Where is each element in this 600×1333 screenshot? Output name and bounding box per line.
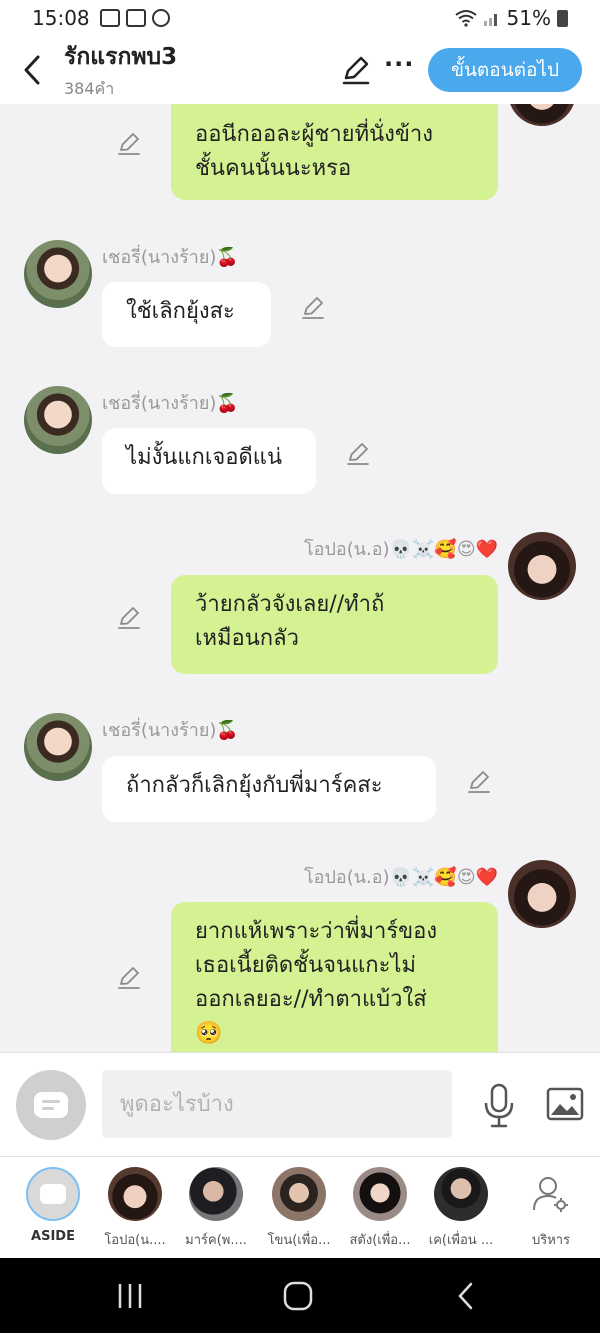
avatar [353,1167,407,1221]
chat-area[interactable]: ออนีกออละผู้ชายที่นั่งข้าง ชั้นคนนั้นนะห… [0,104,600,1052]
status-time: 15:08 [32,6,90,30]
chat-bubble-icon [40,1184,66,1204]
edit-title-icon[interactable] [340,54,372,86]
battery-icon [557,9,568,27]
message-text: ไม่งั้นแกเจอดีแน่ [126,445,282,470]
edit-message-icon[interactable] [116,130,142,156]
chat-bubble-icon [34,1092,68,1118]
avatar-sherry[interactable] [24,240,92,308]
message-line: ออกเลยอะ//ทำตาแบ้วใส่ [195,987,427,1012]
sender-name: โอปอ(น.อ)💀☠️🥰😍❤️ [303,867,498,888]
image-icon [99,9,120,27]
title-block: รักแรกพบ3 384คำ [64,39,177,102]
back-button[interactable] [0,36,64,104]
character-satang[interactable]: สตัง(เพื่อ... [335,1167,425,1250]
more-options-button[interactable]: ··· [384,50,414,78]
message-line: ออนีกออละผู้ชายที่นั่งข้าง [195,122,433,147]
edit-message-icon[interactable] [116,604,142,630]
edit-message-icon[interactable] [116,964,142,990]
recent-apps-icon[interactable] [110,1276,150,1316]
narration-toggle-button[interactable] [16,1070,86,1140]
message-line: เหมือนกลัว [195,626,299,651]
camera-icon [125,9,146,27]
message-line: ชั้นคนนั้นนะหรอ [195,156,352,181]
avatar-opao[interactable] [508,104,576,126]
sender-name: เชอรี่(นางร้าย)🍒 [102,247,239,268]
character-opao[interactable]: โอปอ(น.... [90,1167,180,1250]
character-label: โขน(เพื่อ... [267,1233,331,1248]
avatar-sherry[interactable] [24,386,92,454]
chevron-left-icon [24,55,40,85]
message-line: เธอเนี้ยติดชั้นจนแกะไม่ [195,953,416,978]
message-bubble-incoming[interactable]: ไม่งั้นแกเจอดีแน่ [102,428,316,494]
aside-avatar [26,1167,80,1221]
edit-message-icon[interactable] [345,440,371,466]
next-step-button[interactable]: ขั้นตอนต่อไป [428,48,582,92]
message-text: ถ้ากลัวก็เลิกยุ้งกับพี่มาร์คสะ [126,773,383,798]
image-upload-icon[interactable] [546,1087,584,1121]
app-header: รักแรกพบ3 384คำ ··· ขั้นตอนต่อไป [0,36,600,104]
message-input[interactable] [102,1070,452,1138]
user-settings-icon [533,1177,568,1212]
battery-percent: 51% [506,6,551,30]
character-k[interactable]: เค(เพื่อน ... [416,1167,506,1250]
sender-name: โอปอ(น.อ)💀☠️🥰😍❤️ [303,539,498,560]
composer [0,1052,600,1156]
character-bar: ASIDE โอปอ(น.... มาร์ค(พ.... โขน(เพื่อ..… [0,1156,600,1258]
avatar [108,1167,162,1221]
message-line: ยากแห้เพราะว่าพี่มาร์ของ [195,919,438,944]
message-text: ใช้เลิกยุ้งสะ [126,299,235,324]
avatar-sherry[interactable] [24,713,92,781]
message-bubble-outgoing[interactable]: ยากแห้เพราะว่าพี่มาร์ของ เธอเนี้ยติดชั้น… [171,902,498,1052]
character-label: โอปอ(น.... [104,1233,166,1248]
message-bubble-incoming[interactable]: ถ้ากลัวก็เลิกยุ้งกับพี่มาร์คสะ [102,756,436,822]
microphone-icon[interactable] [482,1083,516,1129]
sender-name: เชอรี่(นางร้าย)🍒 [102,393,239,414]
character-aside[interactable]: ASIDE [8,1167,98,1244]
character-label: สตัง(เพื่อ... [349,1233,411,1248]
signal-icon [483,14,497,26]
manage-characters-button[interactable]: บริหาร [506,1167,596,1250]
message-bubble-outgoing[interactable]: ว้ายกลัวจังเลย//ทำถ้ เหมือนกลัว [171,575,498,674]
character-label: เค(เพื่อน ... [428,1233,494,1248]
sender-name: เชอรี่(นางร้าย)🍒 [102,720,239,741]
character-label: บริหาร [531,1233,571,1248]
character-label: มาร์ค(พ.... [185,1233,247,1248]
edit-message-icon[interactable] [466,768,492,794]
story-title: รักแรกพบ3 [64,43,178,70]
avatar-opao[interactable] [508,860,576,928]
character-label: ASIDE [31,1229,75,1244]
line-icon [151,9,170,27]
status-bar: 15:08 51% [0,0,600,36]
character-khon[interactable]: โขน(เพื่อ... [254,1167,344,1250]
back-nav-icon[interactable] [446,1276,486,1316]
avatar [189,1167,243,1221]
edit-message-icon[interactable] [300,294,326,320]
character-mark[interactable]: มาร์ค(พ.... [171,1167,261,1250]
message-line: ว้ายกลัวจังเลย//ทำถ้ [195,592,385,617]
message-bubble-incoming[interactable]: ใช้เลิกยุ้งสะ [102,282,271,347]
message-line: 🥺 [195,1021,223,1046]
wifi-icon [454,10,477,27]
system-navigation-bar [0,1258,600,1333]
avatar [434,1167,488,1221]
home-icon[interactable] [278,1276,318,1316]
message-bubble-outgoing[interactable]: ออนีกออละผู้ชายที่นั่งข้าง ชั้นคนนั้นนะห… [171,104,498,200]
avatar-opao[interactable] [508,532,576,600]
word-count: 384คำ [64,78,115,98]
avatar [272,1167,326,1221]
